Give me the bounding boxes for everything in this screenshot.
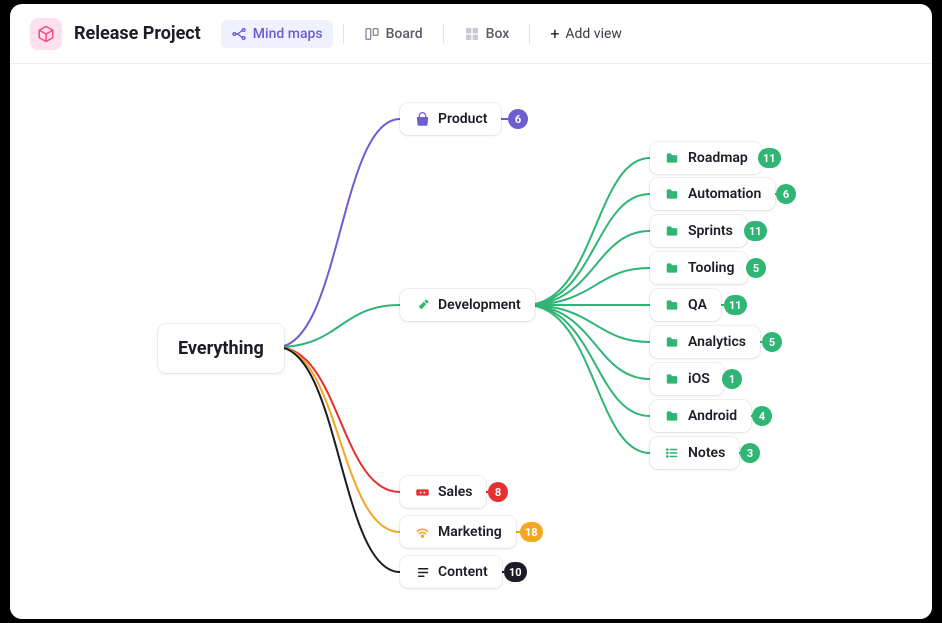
node-development-label: Development xyxy=(438,297,521,313)
bag-icon xyxy=(414,111,430,127)
add-view-label: Add view xyxy=(565,26,622,42)
wifi-icon xyxy=(414,524,430,540)
folder-icon xyxy=(664,150,680,166)
node-android-badge: 4 xyxy=(752,406,772,426)
tab-box-label: Box xyxy=(486,26,510,42)
node-marketing-label: Marketing xyxy=(438,524,502,540)
node-tooling-label: Tooling xyxy=(688,260,734,276)
tab-board[interactable]: Board xyxy=(354,20,433,48)
mindmap-icon xyxy=(231,26,247,42)
cube-icon xyxy=(37,25,55,43)
wrench-icon xyxy=(414,297,430,313)
folder-icon xyxy=(664,334,680,350)
node-marketing[interactable]: Marketing xyxy=(400,516,516,548)
node-roadmap-badge: 11 xyxy=(758,148,781,168)
node-notes[interactable]: Notes xyxy=(650,437,739,469)
node-ios[interactable]: iOS xyxy=(650,363,724,395)
node-qa-badge: 11 xyxy=(724,295,747,315)
node-content-badge: 10 xyxy=(504,562,527,582)
add-view-button[interactable]: + Add view xyxy=(540,18,632,49)
node-notes-badge: 3 xyxy=(740,443,760,463)
ticket-icon xyxy=(414,484,430,500)
node-tooling-badge: 5 xyxy=(746,258,766,278)
tab-mindmaps[interactable]: Mind maps xyxy=(221,20,333,48)
node-product[interactable]: Product xyxy=(400,103,501,135)
node-qa-label: QA xyxy=(688,297,707,313)
folder-icon xyxy=(664,408,680,424)
node-sprints[interactable]: Sprints xyxy=(650,215,747,247)
mindmap-canvas[interactable]: Everything Product 6 Development Sales 8 xyxy=(10,64,932,619)
node-marketing-badge: 18 xyxy=(520,522,543,542)
folder-icon xyxy=(664,371,680,387)
divider xyxy=(343,24,344,44)
node-sales-badge: 8 xyxy=(488,482,508,502)
node-analytics-badge: 5 xyxy=(762,332,782,352)
project-icon xyxy=(30,18,62,50)
node-roadmap[interactable]: Roadmap xyxy=(650,142,762,174)
node-ios-badge: 1 xyxy=(722,369,742,389)
node-root-label: Everything xyxy=(178,338,264,359)
node-sales-label: Sales xyxy=(438,484,472,500)
node-tooling[interactable]: Tooling xyxy=(650,252,748,284)
node-product-label: Product xyxy=(438,111,487,127)
node-sprints-label: Sprints xyxy=(688,223,733,239)
folder-icon xyxy=(664,223,680,239)
tab-mindmaps-label: Mind maps xyxy=(253,26,323,42)
folder-icon xyxy=(664,186,680,202)
plus-icon: + xyxy=(550,24,559,43)
tab-board-label: Board xyxy=(386,26,423,42)
list-icon xyxy=(414,564,430,580)
node-notes-label: Notes xyxy=(688,445,725,461)
node-automation-badge: 6 xyxy=(776,184,796,204)
tab-box[interactable]: Box xyxy=(454,20,520,48)
node-analytics[interactable]: Analytics xyxy=(650,326,760,358)
node-sales[interactable]: Sales xyxy=(400,476,486,508)
folder-icon xyxy=(664,297,680,313)
node-ios-label: iOS xyxy=(688,371,710,387)
folder-icon xyxy=(664,260,680,276)
node-root[interactable]: Everything xyxy=(158,324,284,373)
divider xyxy=(529,24,530,44)
node-sprints-badge: 11 xyxy=(744,221,767,241)
toolbar: Release Project Mind maps Board Box + Ad… xyxy=(10,4,932,64)
board-icon xyxy=(364,26,380,42)
node-roadmap-label: Roadmap xyxy=(688,150,748,166)
node-android[interactable]: Android xyxy=(650,400,751,432)
node-automation-label: Automation xyxy=(688,186,761,202)
node-qa[interactable]: QA xyxy=(650,289,721,321)
project-title: Release Project xyxy=(74,23,201,44)
node-automation[interactable]: Automation xyxy=(650,178,775,210)
node-content[interactable]: Content xyxy=(400,556,502,588)
node-development[interactable]: Development xyxy=(400,289,535,321)
node-android-label: Android xyxy=(688,408,737,424)
box-icon xyxy=(464,26,480,42)
list-icon xyxy=(664,445,680,461)
node-analytics-label: Analytics xyxy=(688,334,746,350)
node-product-badge: 6 xyxy=(508,109,528,129)
node-content-label: Content xyxy=(438,564,488,580)
divider xyxy=(443,24,444,44)
